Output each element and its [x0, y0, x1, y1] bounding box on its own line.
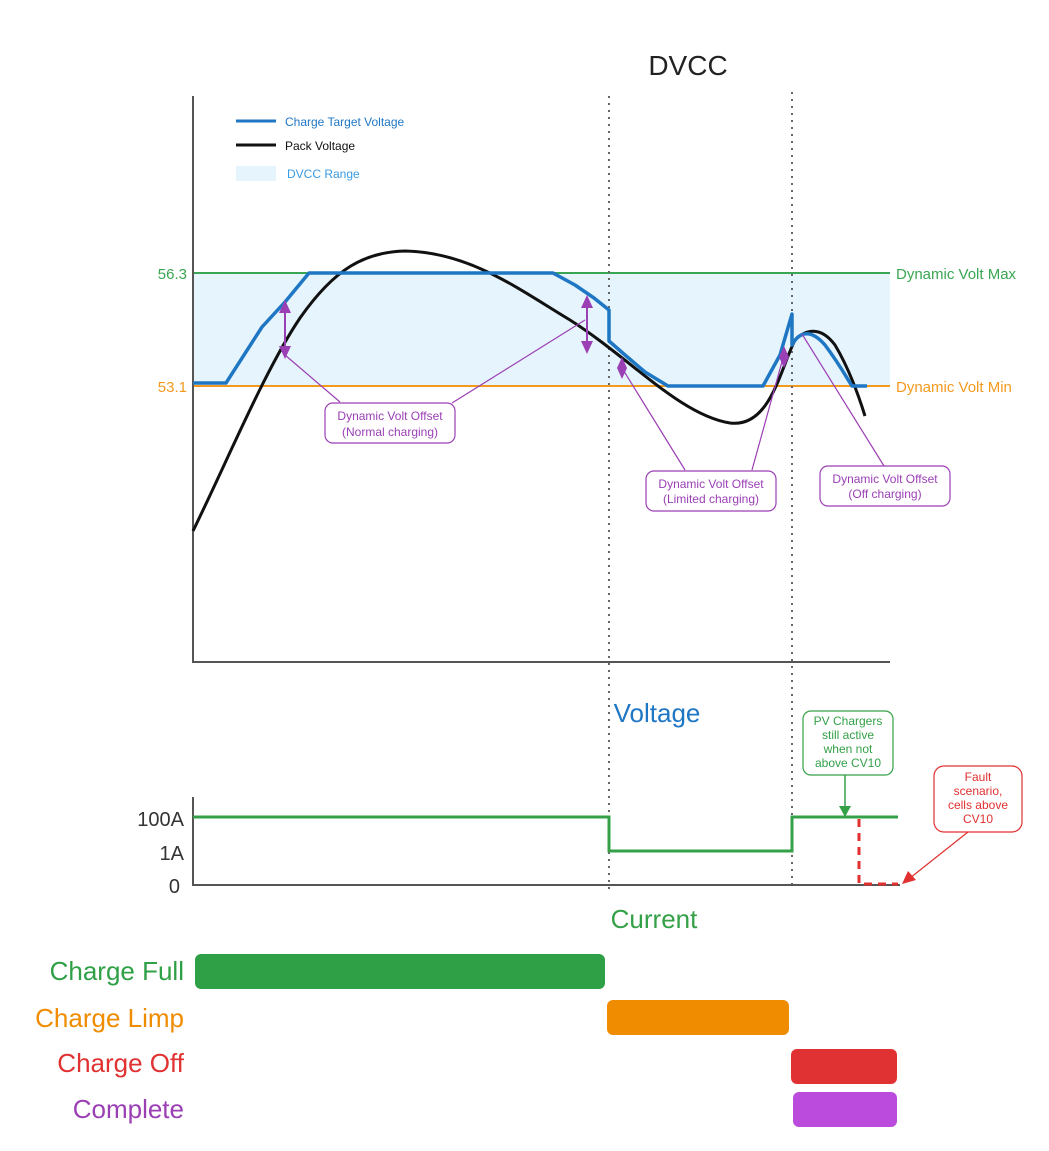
legend-target-label: Charge Target Voltage: [285, 115, 405, 129]
state-bar-complete: [793, 1092, 897, 1127]
svg-text:cells above: cells above: [948, 798, 1008, 812]
svg-text:(Limited charging): (Limited charging): [663, 492, 759, 506]
state-label-charge-off: Charge Off: [57, 1048, 184, 1078]
svg-text:(Off charging): (Off charging): [848, 487, 921, 501]
fault-current-line: [857, 819, 898, 886]
svg-text:Dynamic Volt Offset: Dynamic Volt Offset: [832, 472, 938, 486]
state-label-charge-limp: Charge Limp: [35, 1003, 184, 1033]
current-tick-1a: 1A: [160, 843, 185, 865]
current-tick-0: 0: [169, 876, 180, 898]
svg-text:PV Chargers: PV Chargers: [814, 714, 883, 728]
dvcc-diagram: DVCC 56.3 53.1 Dynamic Volt Max Dynamic …: [35, 50, 1023, 1127]
current-tick-100a: 100A: [137, 809, 184, 831]
svg-text:(Normal charging): (Normal charging): [342, 425, 438, 439]
callout-normal-charging: Dynamic Volt Offset (Normal charging): [324, 402, 456, 444]
svg-text:Dynamic Volt Offset: Dynamic Volt Offset: [658, 477, 764, 491]
legend-range-swatch: [236, 166, 276, 181]
min-value-label: 53.1: [158, 379, 187, 396]
max-line-label: Dynamic Volt Max: [896, 266, 1017, 283]
diagram-title: DVCC: [648, 50, 727, 81]
state-label-complete: Complete: [73, 1094, 184, 1124]
svg-text:Dynamic Volt Offset: Dynamic Volt Offset: [337, 409, 443, 423]
current-limit-line: [193, 815, 898, 853]
svg-text:still active: still active: [822, 728, 874, 742]
pv-chargers-note: PV Chargers still active when not above …: [802, 710, 894, 817]
legend-pack-label: Pack Voltage: [285, 139, 355, 153]
svg-text:when not: when not: [823, 742, 873, 756]
callout-off-charging: Dynamic Volt Offset (Off charging): [819, 465, 951, 507]
min-line-label: Dynamic Volt Min: [896, 379, 1012, 396]
fault-scenario-note: Fault scenario, cells above CV10: [902, 765, 1023, 884]
voltage-axis-title: Voltage: [614, 698, 701, 728]
svg-text:Fault: Fault: [965, 770, 992, 784]
svg-text:scenario,: scenario,: [954, 784, 1003, 798]
state-bar-charge-off: [791, 1049, 897, 1084]
legend-range-label: DVCC Range: [287, 167, 360, 181]
state-label-charge-full: Charge Full: [50, 956, 184, 986]
state-bar-charge-limp: [607, 1000, 789, 1035]
svg-text:above CV10: above CV10: [815, 756, 881, 770]
svg-text:CV10: CV10: [963, 812, 993, 826]
legend: Charge Target Voltage Pack Voltage DVCC …: [236, 115, 405, 181]
state-bar-charge-full: [195, 954, 605, 989]
callout-limited-charging: Dynamic Volt Offset (Limited charging): [645, 470, 777, 512]
current-axis-title: Current: [611, 904, 698, 934]
dvcc-range-band: [194, 273, 890, 386]
max-value-label: 56.3: [158, 266, 187, 283]
